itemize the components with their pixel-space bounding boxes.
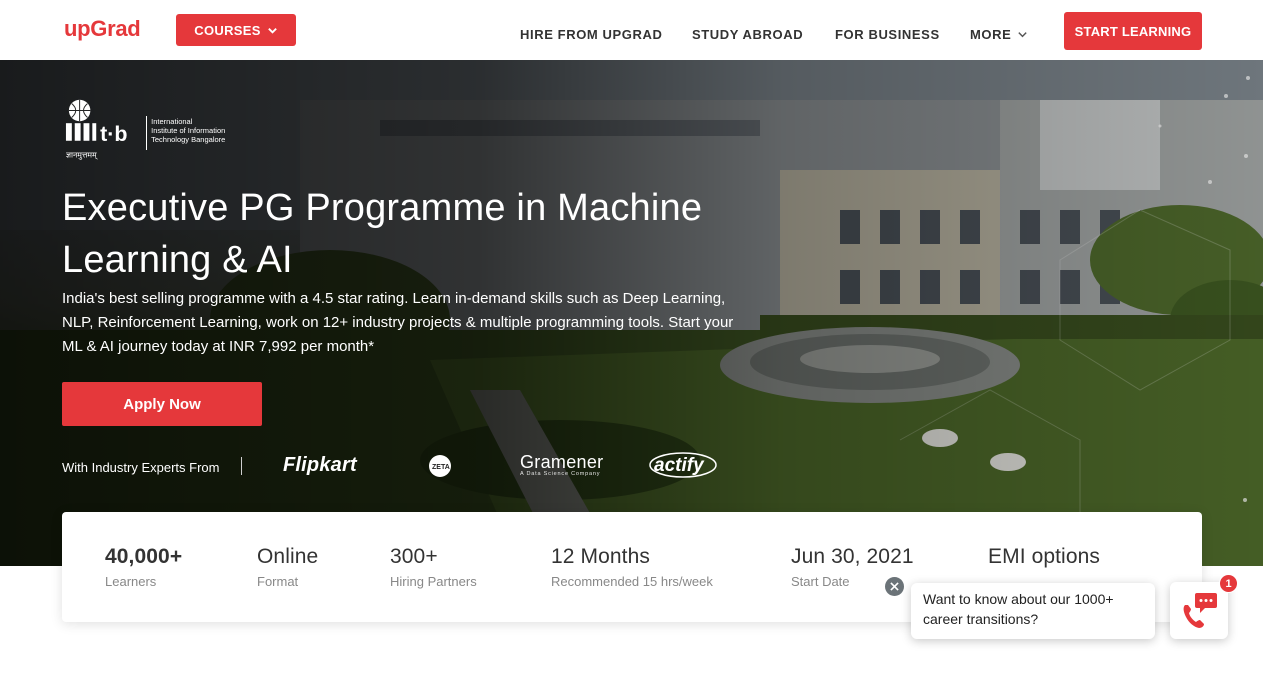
- programme-description: India's best selling programme with a 4.…: [62, 290, 734, 355]
- nav-for-business[interactable]: FOR BUSINESS: [835, 27, 940, 42]
- courses-dropdown-button[interactable]: COURSES: [176, 14, 296, 46]
- iiitb-name-line2: Institute of Information: [151, 126, 226, 135]
- stat-value: 300+: [390, 545, 438, 568]
- hero-banner: t·b ज्ञानमुत्तमम् International Institut…: [0, 60, 1263, 566]
- nav-more-label: MORE: [970, 27, 1012, 42]
- stat-learners: 40,000+ Learners: [105, 545, 182, 589]
- programme-title: Executive PG Programme in Machine Learni…: [62, 187, 703, 281]
- start-learning-button[interactable]: START LEARNING: [1064, 12, 1202, 50]
- nav-hire-from-upgrad[interactable]: HIRE FROM UPGRAD: [520, 27, 663, 42]
- iiitb-name-line1: International: [151, 117, 193, 126]
- gramener-tagline: A Data Science Company: [520, 471, 601, 477]
- stat-value: EMI options: [988, 545, 1100, 568]
- stat-label: Format: [257, 574, 299, 589]
- stat-value: Online: [257, 545, 319, 568]
- apply-now-button[interactable]: Apply Now: [62, 382, 262, 426]
- svg-text:ZETA: ZETA: [432, 464, 450, 471]
- nav-study-abroad[interactable]: STUDY ABROAD: [692, 27, 803, 42]
- svg-text:actify: actify: [654, 455, 705, 476]
- chat-call-button[interactable]: [1170, 582, 1228, 639]
- stat-emi: EMI options: [988, 545, 1100, 574]
- close-icon: [890, 582, 899, 591]
- stat-duration: 12 Months Recommended 15 hrs/week: [551, 545, 713, 589]
- stat-value: Jun 30, 2021: [791, 545, 914, 568]
- stat-label: Hiring Partners: [390, 574, 477, 589]
- stat-hiring-partners: 300+ Hiring Partners: [390, 545, 477, 589]
- stat-label: Learners: [105, 574, 157, 589]
- upgrad-logo[interactable]: upGrad: [64, 16, 141, 42]
- zeta-logo-icon: ZETA: [429, 455, 451, 477]
- chat-close-button[interactable]: [885, 577, 904, 596]
- iiitb-name-line3: Technology Bangalore: [151, 135, 226, 144]
- iiitb-emblem-icon: t·b ज्ञानमुत्तमम्: [65, 99, 128, 160]
- iiitb-divider: [146, 116, 148, 150]
- chat-prompt-bubble[interactable]: Want to know about our 1000+ career tran…: [911, 583, 1155, 639]
- iiitb-motto: ज्ञानमुत्तमम्: [66, 150, 99, 160]
- chevron-down-icon: [1018, 32, 1028, 38]
- gramener-name: Gramener: [520, 452, 604, 472]
- flipkart-logo: Flipkart: [283, 454, 357, 476]
- iiitb-name: International Institute of Information T…: [151, 117, 239, 144]
- top-header: upGrad COURSES HIRE FROM UPGRAD STUDY AB…: [0, 0, 1263, 60]
- courses-label: COURSES: [194, 22, 261, 38]
- stat-value: 12 Months: [551, 545, 650, 568]
- chevron-down-icon: [267, 27, 277, 34]
- stat-value: 40,000+: [105, 545, 183, 568]
- gramener-logo: Gramener A Data Science Company: [520, 452, 603, 477]
- actify-logo-icon: actify: [649, 452, 717, 478]
- phone-chat-icon: [1183, 593, 1217, 628]
- stat-label: Recommended 15 hrs/week: [551, 574, 713, 589]
- industry-experts-label: With Industry Experts From: [62, 460, 220, 475]
- stat-format: Online Format: [257, 545, 318, 589]
- iiitb-logo: t·b ज्ञानमुत्तमम् International Institut…: [64, 98, 239, 164]
- experts-divider: [241, 457, 242, 475]
- svg-text:t·b: t·b: [100, 122, 127, 146]
- notification-badge: 1: [1219, 574, 1238, 593]
- nav-more-dropdown[interactable]: MORE: [970, 27, 1028, 42]
